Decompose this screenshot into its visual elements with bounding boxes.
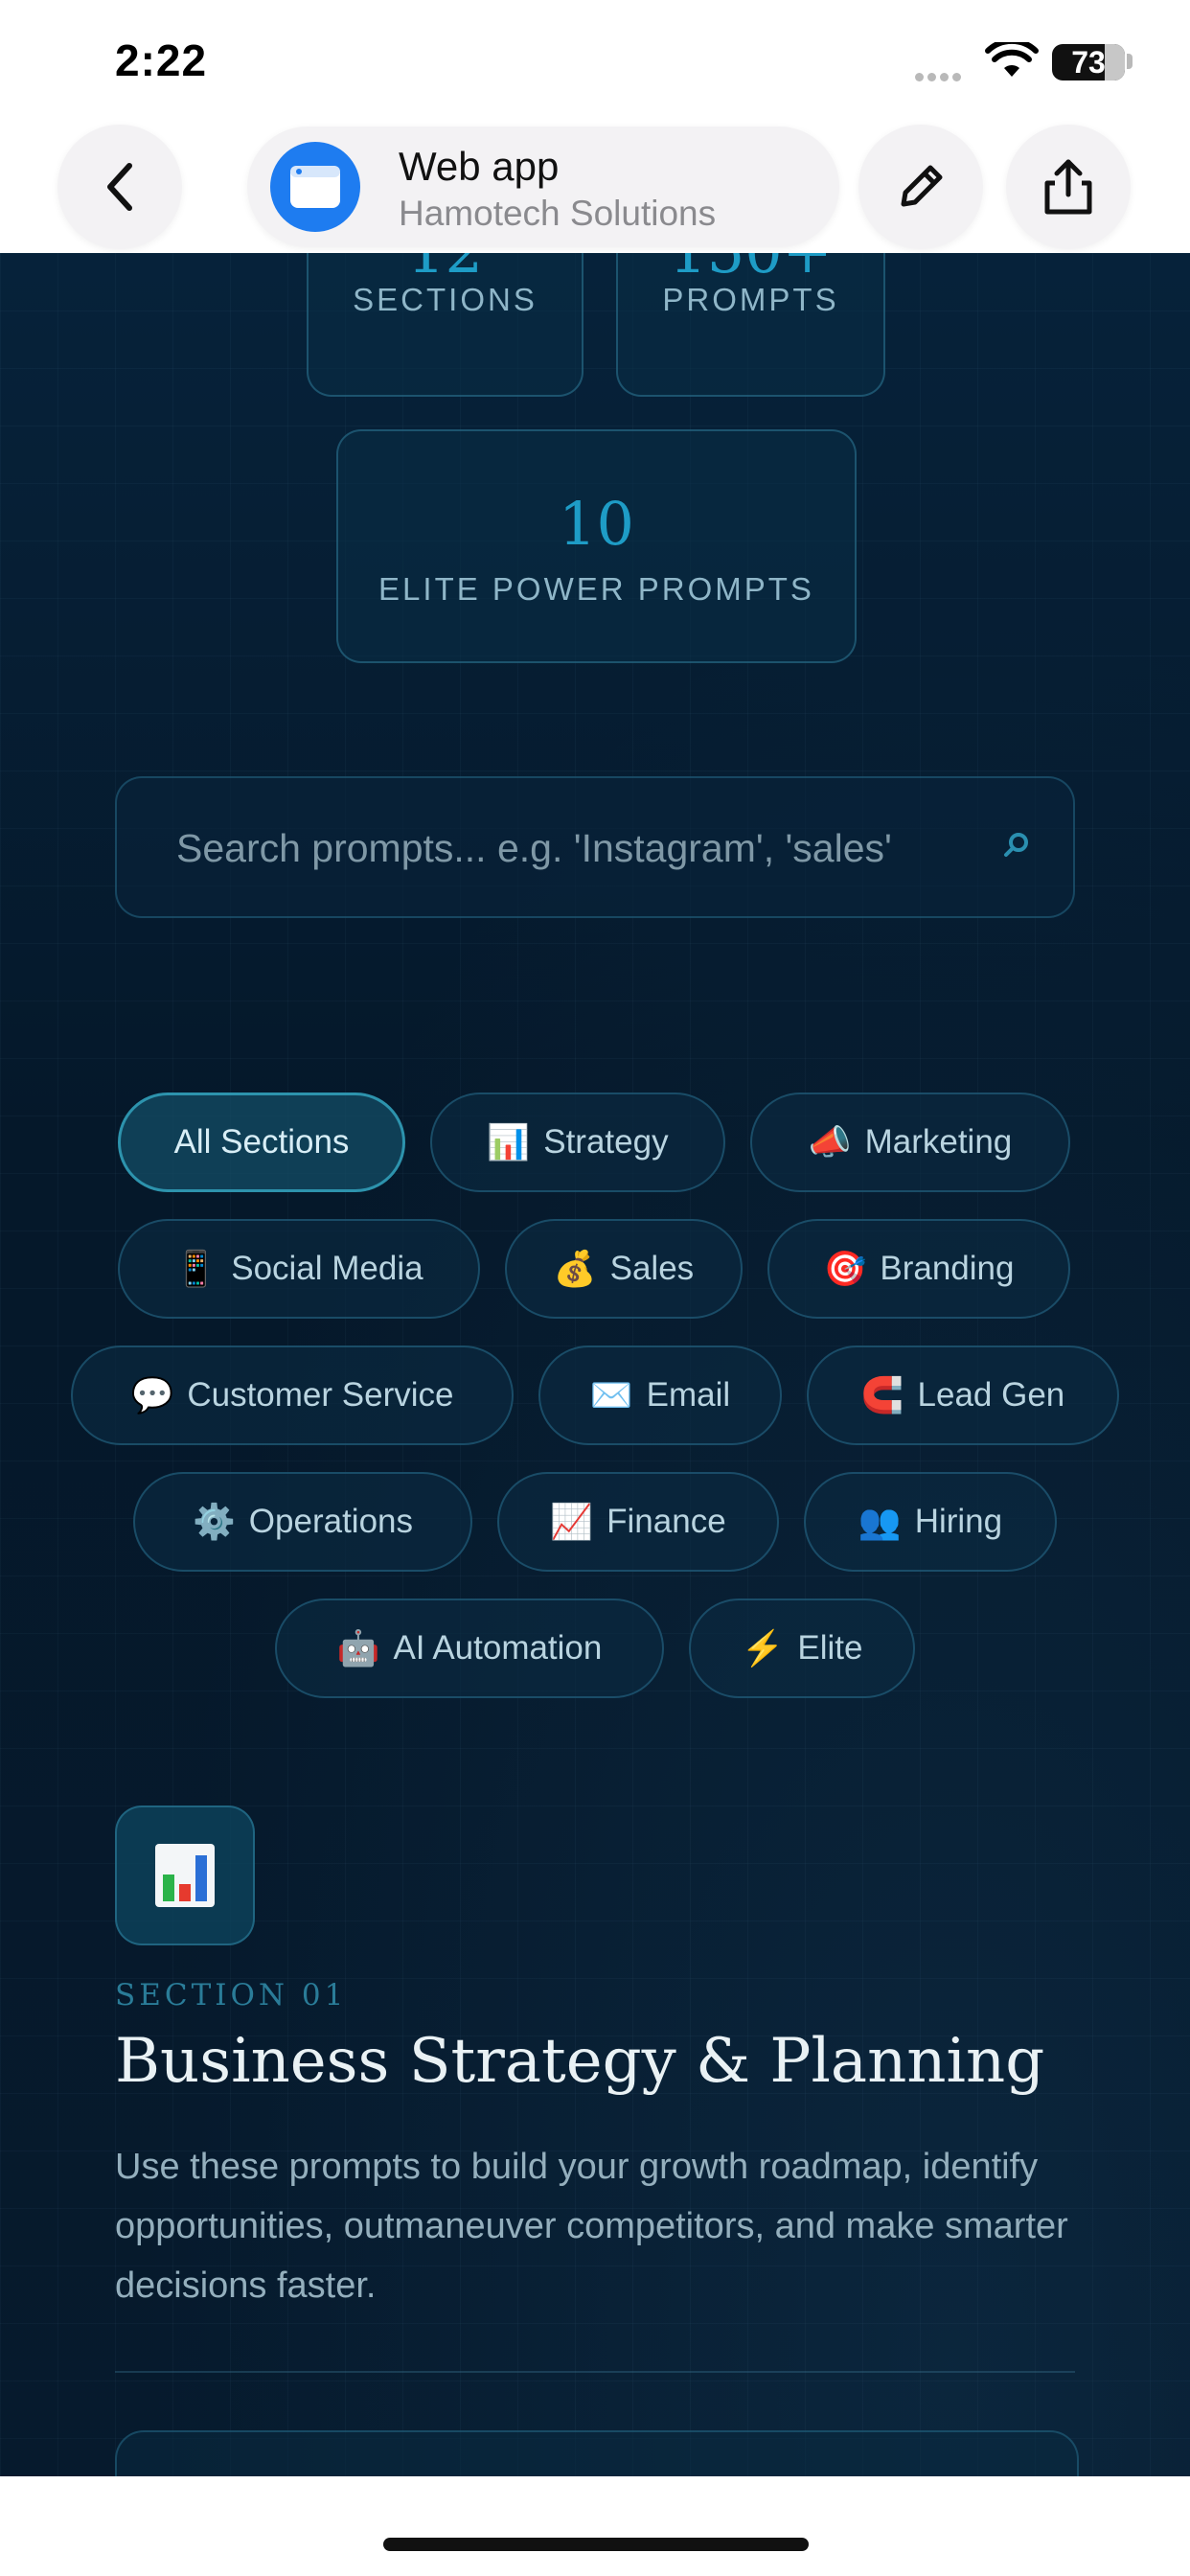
status-bar: 2:22 73 — [0, 0, 1190, 125]
browser-window-icon — [270, 142, 360, 232]
prompt-card[interactable] — [115, 2430, 1079, 2476]
stat-number: 10 — [559, 489, 634, 559]
chip-label: All Sections — [173, 1123, 350, 1161]
status-time: 2:22 — [115, 35, 208, 85]
target-icon: 🎯 — [823, 1249, 867, 1288]
battery-icon: 73 — [1052, 44, 1125, 80]
back-button[interactable] — [57, 125, 182, 249]
chip-label: Strategy — [543, 1123, 669, 1161]
chip-label: Branding — [880, 1250, 1015, 1287]
stat-label: SECTIONS — [353, 282, 538, 317]
filter-chip-lead-gen[interactable]: 🧲 Lead Gen — [807, 1346, 1119, 1445]
chip-label: Marketing — [864, 1123, 1013, 1161]
stat-label: PROMPTS — [662, 282, 839, 317]
filter-chip-elite[interactable]: ⚡ Elite — [689, 1598, 915, 1698]
filter-chip-customer-service[interactable]: 💬 Customer Service — [71, 1346, 514, 1445]
edit-button[interactable] — [858, 125, 983, 249]
chip-label: Lead Gen — [917, 1376, 1065, 1414]
mobile-phone-icon: 📱 — [174, 1249, 218, 1288]
people-icon: 👥 — [858, 1502, 902, 1541]
filter-chip-strategy[interactable]: 📊 Strategy — [430, 1092, 725, 1192]
magnet-icon: 🧲 — [860, 1375, 904, 1414]
filter-chip-hiring[interactable]: 👥 Hiring — [804, 1472, 1057, 1572]
wifi-icon — [985, 42, 1039, 77]
search-icon[interactable] — [998, 828, 1035, 864]
search-input[interactable] — [174, 778, 964, 918]
gear-icon: ⚙️ — [192, 1502, 236, 1541]
filter-chip-social-media[interactable]: 📱 Social Media — [118, 1219, 480, 1319]
web-app-info-pill[interactable]: Web app Hamotech Solutions — [247, 126, 839, 247]
cellular-signal-icon — [915, 67, 965, 85]
divider — [115, 2371, 1075, 2373]
filter-chip-marketing[interactable]: 📣 Marketing — [750, 1092, 1070, 1192]
app-subtitle: Hamotech Solutions — [399, 194, 717, 233]
home-indicator[interactable] — [383, 2538, 809, 2551]
filter-chip-all-sections[interactable]: All Sections — [118, 1092, 405, 1192]
section-icon — [115, 1806, 255, 1945]
filter-chip-email[interactable]: ✉️ Email — [538, 1346, 782, 1445]
chip-label: Sales — [609, 1250, 695, 1287]
chip-label: Social Media — [231, 1250, 423, 1287]
stat-card-prompts: 150+ PROMPTS — [616, 253, 885, 397]
app-title: Web app — [399, 144, 560, 189]
filter-chip-branding[interactable]: 🎯 Branding — [767, 1219, 1070, 1319]
filter-chip-sales[interactable]: 💰 Sales — [505, 1219, 743, 1319]
bar-chart-icon: 📊 — [487, 1122, 531, 1162]
pencil-icon — [901, 165, 943, 207]
envelope-icon: ✉️ — [589, 1375, 633, 1414]
web-content: 12 SECTIONS 150+ PROMPTS 10 ELITE POWER … — [0, 253, 1190, 2476]
share-icon — [1044, 159, 1092, 215]
filter-chip-finance[interactable]: 📈 Finance — [497, 1472, 779, 1572]
chip-label: Elite — [797, 1629, 863, 1667]
chip-label: Email — [646, 1376, 731, 1414]
filter-chip-operations[interactable]: ⚙️ Operations — [133, 1472, 472, 1572]
trending-up-icon: 📈 — [550, 1502, 594, 1541]
section-kicker: SECTION 01 — [115, 1978, 348, 2012]
bottom-safe-area — [0, 2476, 1190, 2576]
battery-level: 73 — [1071, 45, 1106, 80]
search-box — [115, 776, 1075, 918]
web-app-toolbar: Web app Hamotech Solutions — [0, 125, 1190, 253]
chip-label: AI Automation — [393, 1629, 603, 1667]
stat-label: ELITE POWER PROMPTS — [378, 571, 814, 607]
money-bag-icon: 💰 — [553, 1249, 597, 1288]
filter-chip-ai-automation[interactable]: 🤖 AI Automation — [275, 1598, 664, 1698]
share-button[interactable] — [1006, 125, 1131, 249]
bar-chart-icon — [155, 1844, 215, 1907]
megaphone-icon: 📣 — [808, 1122, 852, 1162]
lightning-icon: ⚡ — [741, 1628, 785, 1668]
chip-label: Customer Service — [187, 1376, 454, 1414]
speech-bubble-icon: 💬 — [130, 1375, 174, 1414]
stat-card-elite-prompts: 10 ELITE POWER PROMPTS — [336, 429, 857, 663]
stat-card-sections: 12 SECTIONS — [307, 253, 584, 397]
robot-icon: 🤖 — [336, 1628, 380, 1668]
chip-label: Hiring — [914, 1503, 1003, 1540]
battery-cap — [1127, 54, 1133, 69]
section-description: Use these prompts to build your growth r… — [115, 2147, 1068, 2306]
chip-label: Finance — [606, 1503, 726, 1540]
section-title: Business Strategy & Planning — [115, 2026, 1045, 2097]
chevron-left-icon — [107, 163, 132, 211]
chip-label: Operations — [248, 1503, 414, 1540]
